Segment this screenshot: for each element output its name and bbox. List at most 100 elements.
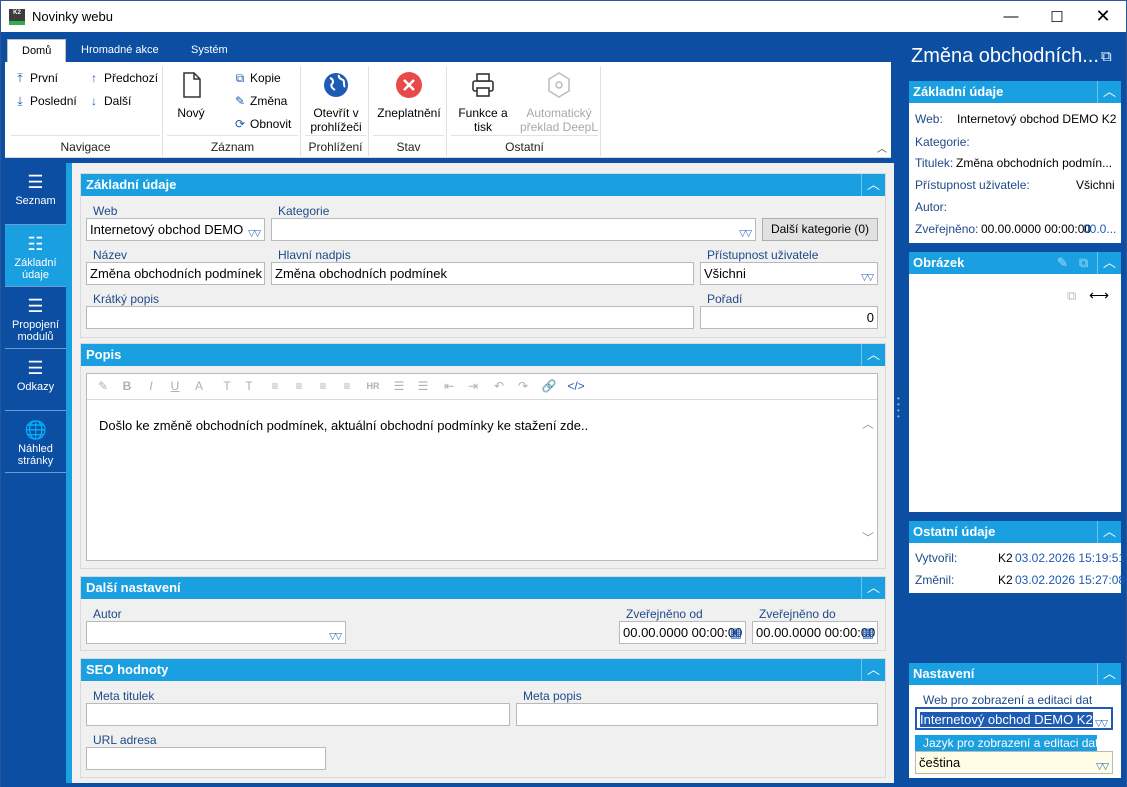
previous-button[interactable]: ↑ Předchozí [87,68,158,88]
nazev-input[interactable]: Změna obchodních podmínek [86,262,265,285]
subscript-icon[interactable]: T [219,378,235,394]
nav-item-seznam[interactable]: ☰ Seznam [5,163,66,225]
window-title: Novinky webu [32,9,113,24]
refresh-button[interactable]: ⟳ Obnovit [233,114,291,134]
kratky-popis-input[interactable] [86,306,694,329]
zmenil-date[interactable]: 03.02.2026 15:27:08 [1015,573,1125,587]
autor-select[interactable]: ▽▽ [86,621,346,644]
collapse-icon[interactable]: ︿ [861,174,885,196]
fit-width-icon[interactable]: ⟷ [1089,287,1109,304]
deepl-icon [548,72,570,98]
pristupnost-select[interactable]: Všichni ▽▽ [700,262,878,285]
open-external-icon[interactable]: ⧉ [1101,48,1112,65]
last-button[interactable]: ⤓ Poslední [13,91,76,111]
zverejneno-label: Zveřejněno: [915,222,979,236]
calendar-icon[interactable]: ▦ [730,622,742,643]
tab-system[interactable]: Systém [177,39,242,62]
maximize-icon[interactable]: ☐ [1034,1,1080,32]
web-select[interactable]: Internetový obchod DEMO ▽▽ [86,218,265,241]
copy-image-icon[interactable]: ⧉ [1079,252,1088,274]
collapse-ribbon-icon[interactable]: ︿ [877,140,887,155]
first-button[interactable]: ⤒ První [13,68,58,88]
invalidate-button[interactable]: Zneplatnění [373,70,445,120]
link-icon[interactable]: 🔗 [541,378,557,394]
superscript-icon[interactable]: T [241,378,257,394]
collapse-icon[interactable]: ︿ [1097,663,1121,685]
collapse-icon[interactable]: ︿ [1097,252,1121,274]
kategorie-select[interactable]: ▽▽ [271,218,756,241]
ribbon-tabs: Domů Hromadné akce Systém [5,36,891,62]
align-left-icon[interactable]: ≡ [267,378,283,394]
nazev-label: Název [93,248,128,262]
rich-text-editor[interactable]: ✎ B I U A T T ≡ ≡ ≡ ≡ HR ☰ ☰ ⇤ ⇥ ↶ ↷ 🔗 <… [86,373,878,561]
nav-item-propojeni-modulu[interactable]: ☰ Propojení modulů [5,287,66,349]
jazyk-select[interactable]: čeština ▽▽ [915,751,1113,774]
collapse-icon[interactable]: ︿ [1097,81,1121,103]
dropdown-icon: ▽▽ [248,228,261,238]
panel-header: Základní údaje ︿ [81,174,885,196]
tab-domu[interactable]: Domů [7,39,67,62]
outdent-icon[interactable]: ⇤ [441,378,457,394]
url-adresa-input[interactable] [86,747,326,770]
poradi-input[interactable]: 0 [700,306,878,329]
indent-icon[interactable]: ⇥ [465,378,481,394]
ordered-list-icon[interactable]: ☰ [391,378,407,394]
calendar-icon[interactable]: ▦ [862,622,874,643]
open-in-browser-button[interactable]: Otevřít v prohlížeči [305,70,367,134]
functions-print-button[interactable]: Funkce a tisk [451,70,515,134]
font-color-icon[interactable]: A [191,378,207,394]
undo-icon[interactable]: ↶ [491,378,507,394]
align-right-icon[interactable]: ≡ [315,378,331,394]
group-label: Stav [396,140,421,154]
app-logo-icon: K2 [9,9,25,25]
autor-label: Autor: [915,200,948,214]
new-button[interactable]: Nový [171,70,211,120]
dalsi-kategorie-button[interactable]: Další kategorie (0) [762,218,878,241]
kratky-popis-label: Krátký popis [93,292,160,306]
editor-content[interactable]: Došlo ke změně obchodních podmínek, aktu… [99,418,588,433]
vytvoril-date[interactable]: 03.02.2026 15:19:51 [1015,551,1125,565]
code-view-icon[interactable]: </> [565,378,587,394]
redo-icon[interactable]: ↷ [515,378,531,394]
justify-icon[interactable]: ≡ [339,378,355,394]
editor-scrollbar[interactable]: ︿ ﹀ [859,401,877,560]
nav-item-odkazy[interactable]: ☰ Odkazy [5,349,66,411]
next-button[interactable]: ↓ Další [87,91,131,111]
zverejneno-do-input[interactable]: 00.00.0000 00:00:00 ▦ [752,621,878,644]
scroll-down-icon[interactable]: ﹀ [862,529,874,546]
meta-titulek-input[interactable] [86,703,510,726]
copy-button[interactable]: ⧉ Kopie [233,68,281,88]
tab-hromadne-akce[interactable]: Hromadné akce [67,39,173,62]
dropdown-icon: ▽▽ [1096,761,1109,771]
bold-icon[interactable]: B [119,378,135,394]
italic-icon[interactable]: I [143,378,159,394]
align-center-icon[interactable]: ≡ [291,378,307,394]
minimize-icon[interactable]: — [988,1,1034,32]
nav-item-nahled-stranky[interactable]: 🌐 Náhled stránky [5,411,66,473]
collapse-icon[interactable]: ︿ [861,344,885,366]
zmenil-label: Změnil: [915,573,955,587]
unordered-list-icon[interactable]: ☰ [415,378,431,394]
web-zobrazeni-select[interactable]: Internetový obchod DEMO K2 ▽▽ [915,707,1113,730]
edit-button[interactable]: ✎ Změna [233,91,287,111]
list-icon: ☰ [27,296,44,316]
collapse-icon[interactable]: ︿ [861,659,885,681]
collapse-icon[interactable]: ︿ [861,577,885,599]
pen-icon[interactable]: ✎ [95,378,111,394]
meta-popis-input[interactable] [516,703,878,726]
open-image-icon[interactable]: ⧉ [1067,288,1076,304]
zverejneno-od-input[interactable]: 00.00.0000 00:00:00 ▦ [619,621,746,644]
scroll-up-icon[interactable]: ︿ [862,415,874,432]
underline-icon[interactable]: U [167,378,183,394]
close-icon[interactable]: ✕ [1080,1,1126,32]
hlavni-nadpis-input[interactable]: Změna obchodních podmínek [271,262,694,285]
horizontal-rule-icon[interactable]: HR [365,378,381,394]
nav-item-zakladni-udaje[interactable]: ☷ Základní údaje [5,225,66,287]
poradi-label: Pořadí [707,292,743,306]
deepl-translate-button[interactable]: Automatický překlad DeepL [519,70,599,134]
group-label: Ostatní [505,140,544,154]
pristupnost-label: Přístupnost uživatele [707,248,819,262]
edit-image-icon[interactable]: ✎ [1057,252,1068,274]
collapse-icon[interactable]: ︿ [1097,521,1121,543]
splitter-handle[interactable]: • • • • [897,395,901,426]
